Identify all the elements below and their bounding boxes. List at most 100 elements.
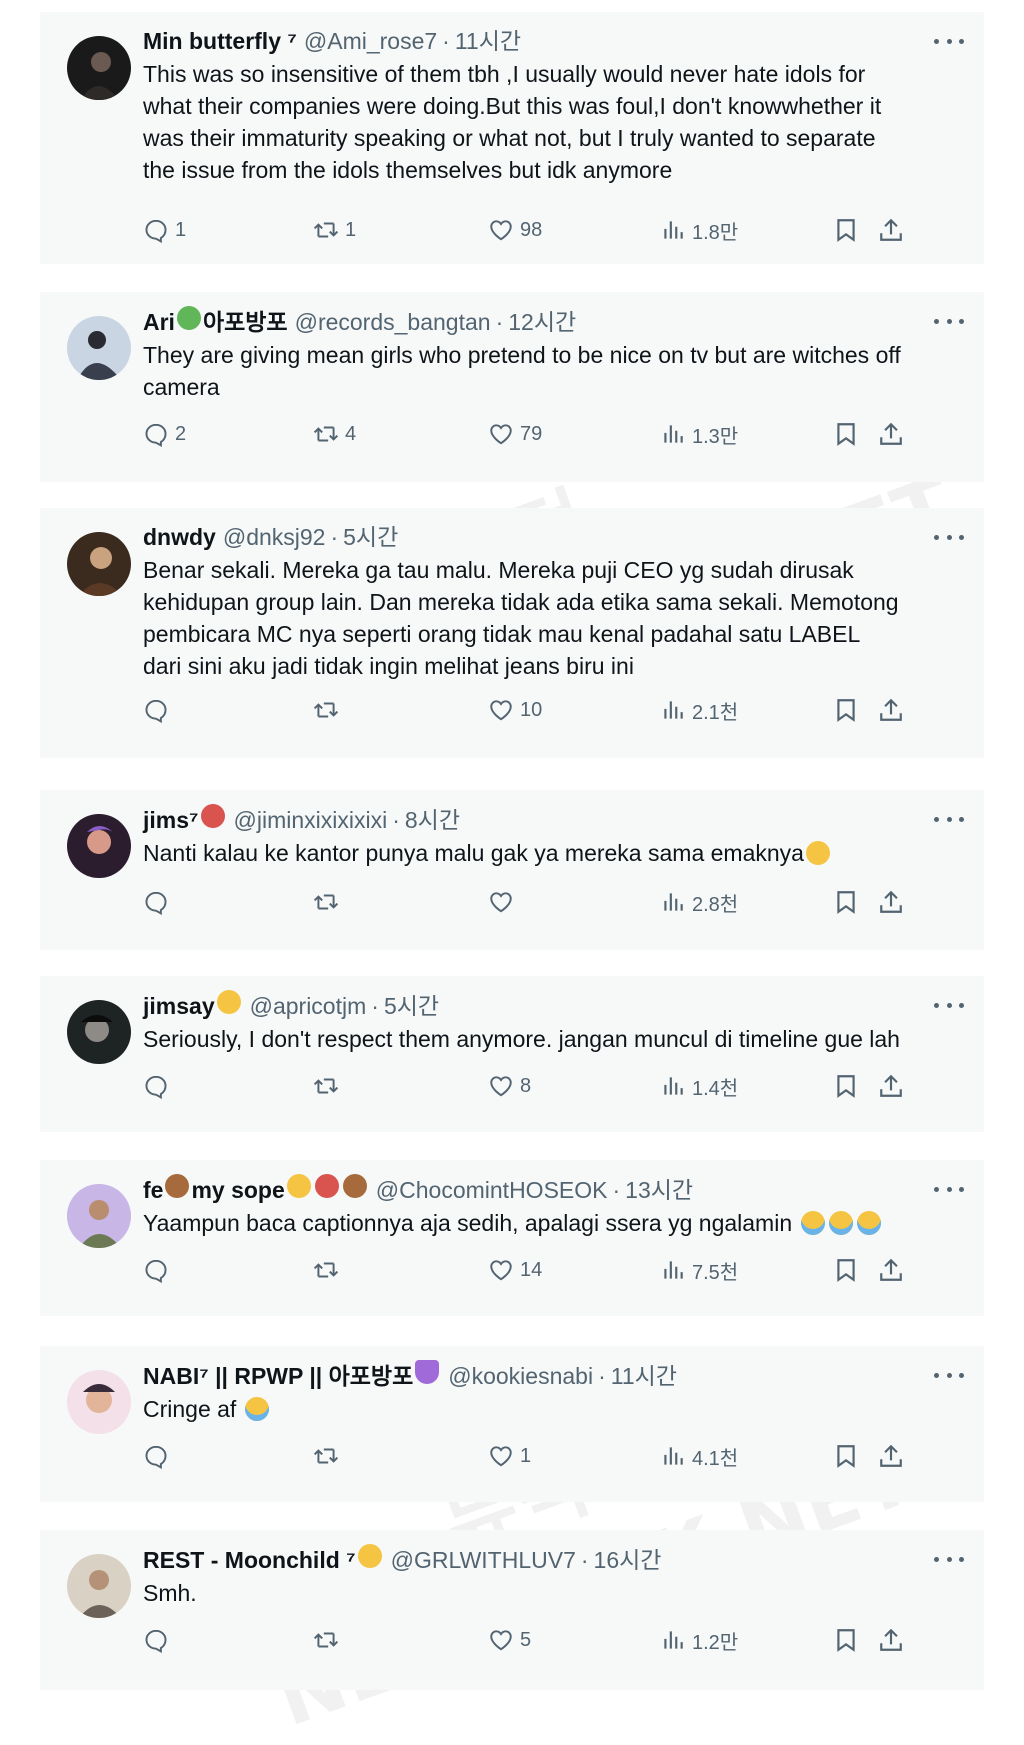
views-button[interactable]: 1.2만 xyxy=(660,1624,738,1656)
tweet-card[interactable]: Min butterfly ⁷ @Ami_rose7 · 11시간 This w… xyxy=(40,12,984,264)
share-button[interactable] xyxy=(878,1254,904,1286)
like-button[interactable]: 10 xyxy=(488,694,542,726)
retweet-button[interactable] xyxy=(313,1070,339,1102)
retweet-button[interactable] xyxy=(313,886,339,918)
timestamp[interactable]: 16시간 xyxy=(594,1545,662,1575)
bookmark-button[interactable] xyxy=(833,886,859,918)
reply-button[interactable] xyxy=(143,1624,169,1656)
more-options-icon[interactable] xyxy=(934,1000,964,1010)
avatar[interactable] xyxy=(67,36,131,100)
retweet-button[interactable] xyxy=(313,1624,339,1656)
like-button[interactable]: 98 xyxy=(488,214,542,246)
user-handle[interactable]: @apricotjm xyxy=(250,991,367,1021)
timestamp[interactable]: 5시간 xyxy=(384,991,439,1021)
bookmark-button[interactable] xyxy=(833,1624,859,1656)
reply-button[interactable] xyxy=(143,694,169,726)
avatar[interactable] xyxy=(67,1000,131,1064)
bookmark-button[interactable] xyxy=(833,1070,859,1102)
display-name[interactable]: Min butterfly ⁷ xyxy=(143,26,297,56)
like-button[interactable]: 8 xyxy=(488,1070,531,1102)
views-button[interactable]: 7.5천 xyxy=(660,1254,738,1286)
display-name[interactable]: jims⁷ xyxy=(143,805,199,835)
reply-button[interactable]: 1 xyxy=(143,214,186,246)
like-button[interactable]: 79 xyxy=(488,418,542,450)
display-name[interactable]: jimsay xyxy=(143,991,215,1021)
more-options-icon[interactable] xyxy=(934,36,964,46)
user-handle[interactable]: @records_bangtan xyxy=(295,307,491,337)
timestamp[interactable]: 13시간 xyxy=(625,1175,693,1205)
timestamp[interactable]: 8시간 xyxy=(405,805,460,835)
display-name[interactable]: NABI⁷ || RPWP || 아포방포 xyxy=(143,1361,413,1391)
avatar[interactable] xyxy=(67,1370,131,1434)
reply-button[interactable] xyxy=(143,1440,169,1472)
avatar[interactable] xyxy=(67,1554,131,1618)
like-button[interactable]: 5 xyxy=(488,1624,531,1656)
user-handle[interactable]: @kookiesnabi xyxy=(448,1361,593,1391)
tweet-card[interactable]: jims⁷ @jiminxixixixixi · 8시간 Nanti kalau… xyxy=(40,790,984,950)
more-options-icon[interactable] xyxy=(934,1370,964,1380)
retweet-button[interactable]: 4 xyxy=(313,418,356,450)
tweet-card[interactable]: Ari 아포방포 @records_bangtan · 12시간 They ar… xyxy=(40,292,984,482)
avatar[interactable] xyxy=(67,532,131,596)
avatar[interactable] xyxy=(67,1184,131,1248)
user-handle[interactable]: @dnksj92 xyxy=(223,522,326,552)
heart-icon xyxy=(490,220,512,241)
avatar[interactable] xyxy=(67,814,131,878)
reply-button[interactable] xyxy=(143,886,169,918)
timestamp[interactable]: 12시간 xyxy=(508,307,576,337)
action-bar: 1 1 98 1.8만 xyxy=(143,214,964,246)
views-button[interactable]: 1.8만 xyxy=(660,214,738,246)
tweet-card[interactable]: NABI⁷ || RPWP || 아포방포 @kookiesnabi · 11시… xyxy=(40,1346,984,1502)
more-options-icon[interactable] xyxy=(934,316,964,326)
tweet-card[interactable]: dnwdy @dnksj92 · 5시간 Benar sekali. Merek… xyxy=(40,508,984,758)
bookmark-button[interactable] xyxy=(833,214,859,246)
display-name[interactable]: fe xyxy=(143,1175,163,1205)
tweet-card[interactable]: jimsay @apricotjm · 5시간 Seriously, I don… xyxy=(40,976,984,1132)
action-bar: 5 1.2만 xyxy=(143,1624,964,1656)
avatar[interactable] xyxy=(67,316,131,380)
like-button[interactable] xyxy=(488,886,514,918)
more-options-icon[interactable] xyxy=(934,1184,964,1194)
more-options-icon[interactable] xyxy=(934,1554,964,1564)
user-handle[interactable]: @jiminxixixixixi xyxy=(234,805,388,835)
display-name[interactable]: Ari xyxy=(143,307,175,337)
views-button[interactable]: 1.4천 xyxy=(660,1070,738,1102)
share-button[interactable] xyxy=(878,418,904,450)
reply-button[interactable] xyxy=(143,1254,169,1286)
reply-button[interactable] xyxy=(143,1070,169,1102)
bookmark-button[interactable] xyxy=(833,694,859,726)
views-button[interactable]: 1.3만 xyxy=(660,418,738,450)
timestamp[interactable]: 11시간 xyxy=(455,26,521,56)
like-button[interactable]: 14 xyxy=(488,1254,542,1286)
retweet-button[interactable]: 1 xyxy=(313,214,356,246)
reply-button[interactable]: 2 xyxy=(143,418,186,450)
tweet-card[interactable]: fe my sope @ChocomintHOSEOK · 13시간 Yaamp… xyxy=(40,1160,984,1316)
timestamp[interactable]: 11시간 xyxy=(611,1361,677,1391)
share-button[interactable] xyxy=(878,694,904,726)
views-button[interactable]: 2.8천 xyxy=(660,886,738,918)
more-options-icon[interactable] xyxy=(934,814,964,824)
share-button[interactable] xyxy=(878,886,904,918)
views-button[interactable]: 2.1천 xyxy=(660,694,738,726)
timestamp[interactable]: 5시간 xyxy=(343,522,398,552)
share-button[interactable] xyxy=(878,1440,904,1472)
user-handle[interactable]: @GRLWITHLUV7 xyxy=(391,1545,576,1575)
like-button[interactable]: 1 xyxy=(488,1440,531,1472)
share-button[interactable] xyxy=(878,1624,904,1656)
display-name[interactable]: REST - Moonchild ⁷ xyxy=(143,1545,356,1575)
retweet-button[interactable] xyxy=(313,1254,339,1286)
share-button[interactable] xyxy=(878,214,904,246)
user-handle[interactable]: @Ami_rose7 xyxy=(304,26,437,56)
share-button[interactable] xyxy=(878,1070,904,1102)
share-icon xyxy=(880,698,902,721)
retweet-button[interactable] xyxy=(313,694,339,726)
views-button[interactable]: 4.1천 xyxy=(660,1440,738,1472)
tweet-card[interactable]: REST - Moonchild ⁷ @GRLWITHLUV7 · 16시간 S… xyxy=(40,1530,984,1690)
bookmark-button[interactable] xyxy=(833,1254,859,1286)
bookmark-button[interactable] xyxy=(833,418,859,450)
more-options-icon[interactable] xyxy=(934,532,964,542)
display-name[interactable]: dnwdy xyxy=(143,522,216,552)
bookmark-button[interactable] xyxy=(833,1440,859,1472)
user-handle[interactable]: @ChocomintHOSEOK xyxy=(376,1175,608,1205)
retweet-button[interactable] xyxy=(313,1440,339,1472)
